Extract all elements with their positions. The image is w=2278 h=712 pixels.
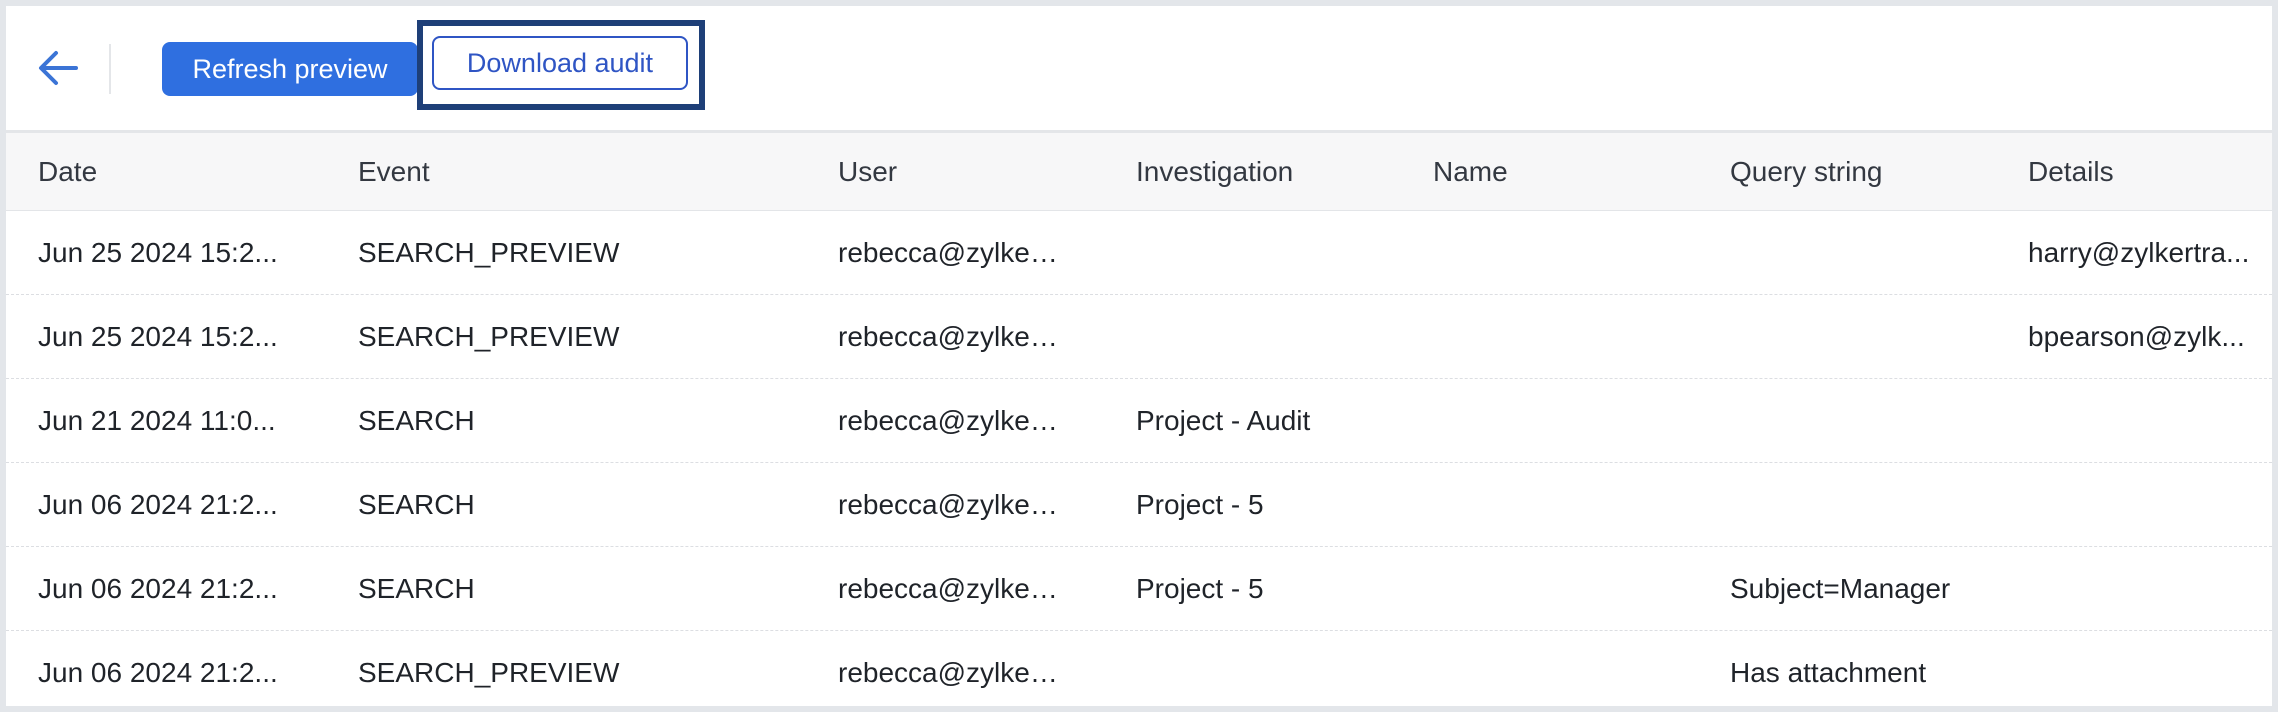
column-header-user[interactable]: User [838,133,1058,211]
table-row[interactable]: Jun 06 2024 21:2... SEARCH rebecca@zylke… [6,463,2272,547]
table-row[interactable]: Jun 25 2024 15:2... SEARCH_PREVIEW rebec… [6,211,2272,295]
cell-user: rebecca@zylker... [838,657,1058,688]
cell-event: SEARCH [358,573,475,604]
cell-date: Jun 25 2024 15:2... [38,237,278,268]
cell-date: Jun 21 2024 11:0... [38,405,276,436]
table-header: Date Event User Investigation Name Query… [6,133,2272,211]
cell-details: bpearson@zylk... [2028,321,2245,352]
table-row[interactable]: Jun 25 2024 15:2... SEARCH_PREVIEW rebec… [6,295,2272,379]
cell-date: Jun 06 2024 21:2... [38,573,278,604]
column-header-investigation[interactable]: Investigation [1136,133,1396,211]
column-header-query-string[interactable]: Query string [1730,133,1990,211]
column-header-details[interactable]: Details [2028,133,2250,211]
audit-preview-panel: Refresh preview Download audit Date Even… [6,6,2272,706]
cell-user: rebecca@zylker... [838,237,1058,268]
cell-user: rebecca@zylker... [838,405,1058,436]
cell-query-string: Subject=Manager [1730,573,1951,604]
cell-user: rebecca@zylker... [838,489,1058,520]
cell-user: rebecca@zylker... [838,573,1058,604]
column-header-event[interactable]: Event [358,133,798,211]
table-row[interactable]: Jun 21 2024 11:0... SEARCH rebecca@zylke… [6,379,2272,463]
cell-user: rebecca@zylker... [838,321,1058,352]
download-audit-button[interactable]: Download audit [432,36,688,90]
cell-event: SEARCH [358,405,475,436]
arrow-left-icon [39,51,78,85]
column-header-date[interactable]: Date [38,133,298,211]
cell-date: Jun 06 2024 21:2... [38,657,278,688]
table-row[interactable]: Jun 06 2024 21:2... SEARCH_PREVIEW rebec… [6,631,2272,706]
cell-event: SEARCH [358,489,475,520]
cell-event: SEARCH_PREVIEW [358,321,620,352]
toolbar-divider [109,44,111,94]
cell-investigation: Project - Audit [1136,405,1311,436]
cell-event: SEARCH_PREVIEW [358,237,620,268]
cell-investigation: Project - 5 [1136,573,1264,604]
cell-date: Jun 06 2024 21:2... [38,489,278,520]
table-row[interactable]: Jun 06 2024 21:2... SEARCH rebecca@zylke… [6,547,2272,631]
back-button[interactable] [34,44,82,92]
cell-investigation: Project - 5 [1136,489,1264,520]
toolbar: Refresh preview Download audit [6,6,2272,130]
cell-query-string: Has attachment [1730,657,1927,688]
refresh-preview-button[interactable]: Refresh preview [162,42,418,96]
column-header-name[interactable]: Name [1433,133,1693,211]
cell-date: Jun 25 2024 15:2... [38,321,278,352]
audit-table: Date Event User Investigation Name Query… [6,130,2272,706]
cell-details: harry@zylkertra... [2028,237,2250,268]
cell-event: SEARCH_PREVIEW [358,657,620,688]
